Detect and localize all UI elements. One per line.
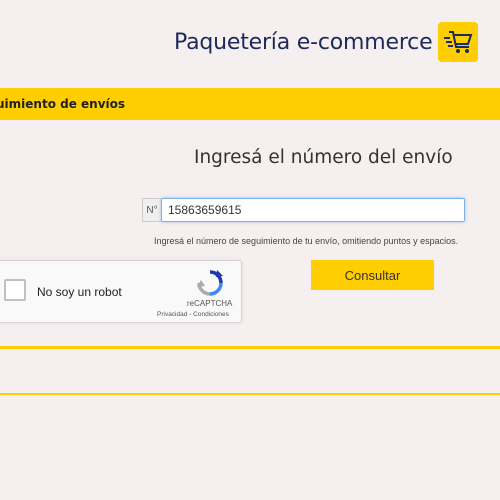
section-bar: uimiento de envíos xyxy=(0,88,500,120)
tracking-number-input[interactable] xyxy=(161,198,465,222)
captcha-terms-link[interactable]: Condiciones xyxy=(193,311,229,318)
form-heading: Ingresá el número del envío xyxy=(194,147,453,168)
tracking-prefix: N° xyxy=(142,198,161,222)
cart-icon xyxy=(438,22,479,62)
captcha-privacy-link[interactable]: Privacidad xyxy=(157,311,187,318)
divider-bottom xyxy=(0,393,500,395)
captcha-checkbox[interactable] xyxy=(4,279,26,301)
recaptcha-icon xyxy=(197,270,223,296)
tracking-hint: Ingresá el número de seguimiento de tu e… xyxy=(154,236,459,246)
divider-top xyxy=(0,346,500,349)
recaptcha-widget: No soy un robot reCAPTCHA Privacidad - C… xyxy=(0,260,242,323)
consultar-button[interactable]: Consultar xyxy=(311,260,434,290)
captcha-label: No soy un robot xyxy=(37,285,122,299)
brand: Paquetería e-commerce xyxy=(174,22,479,62)
brand-title: Paquetería e-commerce xyxy=(174,29,433,55)
captcha-links: Privacidad - Condiciones xyxy=(157,311,229,318)
captcha-brand: reCAPTCHA xyxy=(187,299,233,308)
section-title: uimiento de envíos xyxy=(0,97,126,111)
